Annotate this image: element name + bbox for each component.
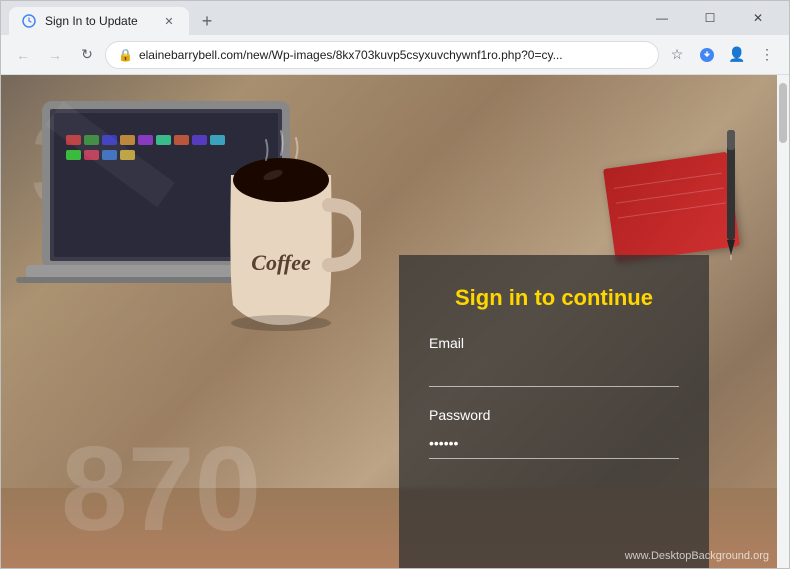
address-actions: ☆ 👤 ⋮ — [663, 41, 781, 69]
svg-text:Coffee: Coffee — [251, 250, 311, 275]
scrollbar[interactable] — [777, 75, 789, 568]
menu-button[interactable]: ⋮ — [753, 41, 781, 69]
tab-area: Sign In to Update ✕ + — [9, 1, 639, 35]
email-label: Email — [429, 335, 679, 351]
site-watermark: www.DesktopBackground.org — [625, 550, 769, 562]
login-title: Sign in to continue — [429, 285, 679, 311]
pen-illustration — [721, 130, 741, 260]
browser-frame: Sign In to Update ✕ + — ☐ ✕ ← → ↻ 🔒 elai… — [0, 0, 790, 569]
password-input[interactable] — [429, 427, 679, 459]
url-bar[interactable]: 🔒 elainebarrybell.com/new/Wp-images/8kx7… — [105, 41, 659, 69]
email-input[interactable] — [429, 355, 679, 387]
minimize-button[interactable]: — — [639, 1, 685, 35]
close-button[interactable]: ✕ — [735, 1, 781, 35]
back-button[interactable]: ← — [9, 41, 37, 69]
coffee-mug-illustration: Coffee — [201, 115, 361, 335]
tab-favicon — [21, 13, 37, 29]
refresh-button[interactable]: ↻ — [73, 41, 101, 69]
downloads-button[interactable] — [693, 41, 721, 69]
url-text: elainebarrybell.com/new/Wp-images/8kx703… — [139, 48, 563, 62]
bookmark-button[interactable]: ☆ — [663, 41, 691, 69]
window-controls: — ☐ ✕ — [639, 1, 781, 35]
address-bar: ← → ↻ 🔒 elainebarrybell.com/new/Wp-image… — [1, 35, 789, 75]
tab-close-button[interactable]: ✕ — [161, 13, 177, 29]
profile-button[interactable]: 👤 — [723, 41, 751, 69]
background-image: 370 870 — [1, 75, 789, 568]
title-bar: Sign In to Update ✕ + — ☐ ✕ — [1, 1, 789, 35]
lock-icon: 🔒 — [118, 48, 133, 62]
forward-button[interactable]: → — [41, 41, 69, 69]
maximize-button[interactable]: ☐ — [687, 1, 733, 35]
new-tab-button[interactable]: + — [193, 7, 221, 35]
watermark-bottom: 870 — [61, 420, 261, 558]
password-label: Password — [429, 407, 679, 423]
page-content: 370 870 — [1, 75, 789, 568]
tab-title: Sign In to Update — [45, 14, 153, 28]
login-form: Sign in to continue Email Password — [399, 255, 709, 568]
active-tab[interactable]: Sign In to Update ✕ — [9, 7, 189, 35]
scrollbar-thumb[interactable] — [779, 83, 787, 143]
